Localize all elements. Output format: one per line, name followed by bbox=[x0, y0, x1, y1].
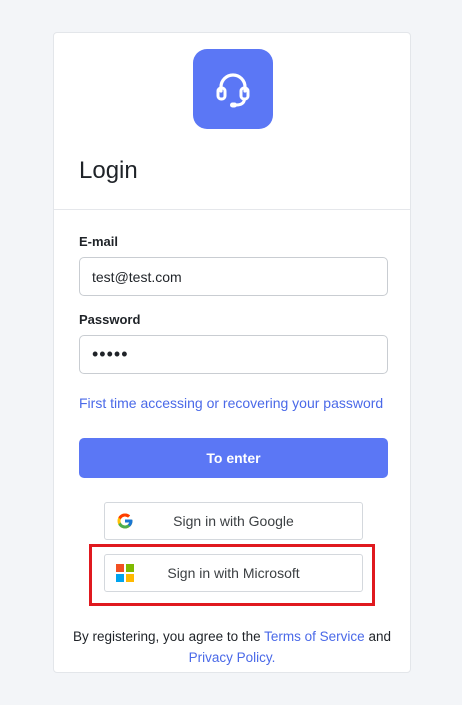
enter-button[interactable]: To enter bbox=[79, 438, 388, 478]
google-icon bbox=[116, 512, 134, 530]
password-value: ••••• bbox=[92, 344, 129, 364]
footer-prefix: By registering, you agree to the bbox=[73, 629, 261, 644]
google-signin-button[interactable]: Sign in with Google bbox=[104, 502, 363, 540]
footer-and: and bbox=[368, 629, 391, 644]
password-field[interactable]: ••••• bbox=[79, 335, 388, 374]
page-title: Login bbox=[79, 157, 138, 184]
login-card: Login E-mail test@test.com Password ••••… bbox=[53, 32, 411, 673]
highlight-box bbox=[89, 544, 375, 606]
email-field[interactable]: test@test.com bbox=[79, 257, 388, 296]
email-label: E-mail bbox=[79, 234, 119, 249]
google-button-label: Sign in with Google bbox=[173, 513, 294, 529]
headset-icon bbox=[216, 73, 250, 108]
password-label: Password bbox=[79, 312, 141, 327]
terms-footer: By registering, you agree to the Terms o… bbox=[54, 626, 410, 668]
app-logo bbox=[193, 49, 273, 129]
privacy-link[interactable]: Privacy Policy. bbox=[189, 650, 276, 665]
first-access-link[interactable]: First time accessing or recovering your … bbox=[79, 395, 383, 411]
divider bbox=[54, 209, 410, 210]
terms-link[interactable]: Terms of Service bbox=[264, 629, 365, 644]
email-value: test@test.com bbox=[92, 268, 182, 285]
